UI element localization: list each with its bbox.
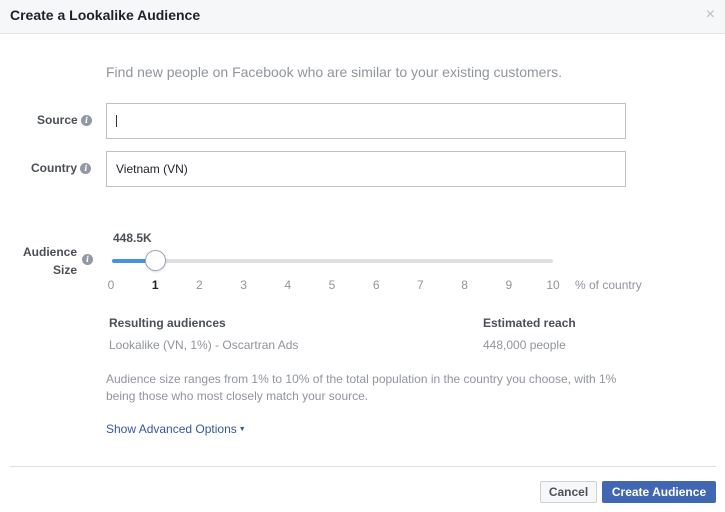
source-input[interactable] (106, 103, 626, 139)
slider-value-label: 448.5K (113, 231, 152, 245)
slider-tick-1[interactable]: 1 (145, 278, 165, 292)
slider-tick-2[interactable]: 2 (189, 278, 209, 292)
percent-of-country-label: % of country (575, 278, 642, 292)
info-icon[interactable]: i (80, 163, 92, 174)
slider-tick-8[interactable]: 8 (455, 278, 475, 292)
create-audience-button[interactable]: Create Audience (602, 481, 716, 503)
country-input[interactable]: Vietnam (VN) (106, 151, 626, 187)
slider-tick-5[interactable]: 5 (322, 278, 342, 292)
slider-tick-10[interactable]: 10 (543, 278, 563, 292)
show-advanced-options-link[interactable]: Show Advanced Options ▼ (106, 422, 246, 436)
slider-track[interactable] (112, 259, 553, 263)
estimated-reach-value: 448,000 people (483, 338, 566, 352)
slider-thumb[interactable] (145, 250, 167, 271)
source-label: Source i (37, 113, 93, 127)
intro-text: Find new people on Facebook who are simi… (106, 64, 562, 80)
show-advanced-options-text: Show Advanced Options (106, 422, 237, 436)
slider-tick-3[interactable]: 3 (234, 278, 254, 292)
info-icon[interactable]: i (81, 115, 93, 126)
audience-size-label: Audience Size i (23, 243, 93, 279)
text-cursor (116, 115, 117, 127)
footer-divider (10, 466, 716, 467)
audience-size-label-line1: Audience (23, 245, 78, 259)
resulting-audiences-header: Resulting audiences (109, 316, 226, 330)
estimated-reach-header: Estimated reach (483, 316, 576, 330)
close-icon[interactable]: × (706, 6, 715, 24)
slider-tick-4[interactable]: 4 (278, 278, 298, 292)
slider-tick-0[interactable]: 0 (101, 278, 121, 292)
dialog-header: Create a Lookalike Audience × (0, 0, 725, 34)
slider-tick-9[interactable]: 9 (499, 278, 519, 292)
country-label-text: Country (31, 161, 77, 175)
cancel-button[interactable]: Cancel (540, 481, 597, 503)
country-input-value: Vietnam (VN) (116, 162, 188, 176)
country-label: Country i (31, 161, 92, 175)
source-label-text: Source (37, 113, 78, 127)
resulting-audiences-value: Lookalike (VN, 1%) - Oscartran Ads (109, 338, 299, 352)
audience-size-label-line2: Size (53, 263, 78, 277)
info-icon[interactable]: i (82, 254, 93, 265)
dialog-title: Create a Lookalike Audience (10, 7, 201, 23)
slider-tick-6[interactable]: 6 (366, 278, 386, 292)
caret-down-icon: ▼ (238, 426, 246, 433)
audience-size-note: Audience size ranges from 1% to 10% of t… (106, 372, 617, 403)
slider-tick-7[interactable]: 7 (410, 278, 430, 292)
